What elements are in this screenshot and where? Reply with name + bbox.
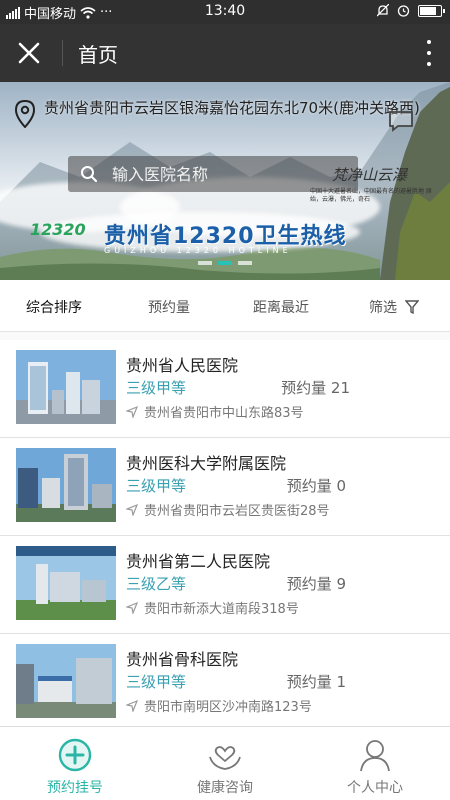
carousel-dot[interactable] <box>238 261 252 265</box>
tab-personal-center[interactable]: 个人中心 <box>300 727 450 800</box>
address-row: 贵阳市新添大道南段318号 <box>126 598 299 617</box>
navigation-arrow-icon <box>126 405 138 418</box>
more-dot-icon <box>427 62 431 66</box>
banner-note: 中国十大避暑名山，中国最有名的避暑胜地 原始，云瀑，佛光，奇石 <box>310 188 432 203</box>
location-row[interactable]: 贵州省贵阳市云岩区银海嘉怡花园东北70米(鹿冲关路西) <box>14 98 450 128</box>
hospital-thumbnail <box>16 350 116 424</box>
hotline-subtitle: GUIZHOU 12320 HOTLINE <box>104 246 292 255</box>
address-row: 贵州省贵阳市中山东路83号 <box>126 402 304 421</box>
plus-circle-icon <box>58 738 92 772</box>
tab-health-consult[interactable]: 健康咨询 <box>150 727 300 800</box>
navigation-arrow-icon <box>126 503 138 516</box>
filter-bar: 综合排序 预约量 距离最近 筛选 <box>0 280 450 332</box>
hospital-name: 贵州省骨科医院 <box>126 650 239 669</box>
sort-distance-tab[interactable]: 距离最近 <box>253 297 309 317</box>
tab-label: 个人中心 <box>347 780 403 796</box>
hospital-list-item[interactable]: 贵州医科大学附属医院 三级甲等 预约量 0 贵州省贵阳市云岩区贵医街28号 <box>0 438 450 536</box>
hospital-address: 贵州省贵阳市中山东路83号 <box>144 406 304 421</box>
hospital-thumbnail <box>16 644 116 718</box>
hospital-address: 贵州省贵阳市云岩区贵医街28号 <box>144 504 330 519</box>
page-title: 首页 <box>78 43 118 67</box>
more-menu-button[interactable] <box>422 38 436 68</box>
hospital-grade: 三级甲等 <box>126 673 187 691</box>
battery-icon <box>418 4 445 17</box>
appointment-count: 预约量 0 <box>286 477 346 495</box>
hospital-list-item[interactable]: 贵州省骨科医院 三级甲等 预约量 1 贵阳市南明区沙冲南路123号 <box>0 634 450 732</box>
sort-appointments-tab[interactable]: 预约量 <box>148 297 190 317</box>
title-bar: 首页 <box>0 24 450 82</box>
status-right <box>377 4 445 17</box>
hospital-address: 贵阳市南明区沙冲南路123号 <box>144 700 312 715</box>
hospital-name: 贵州省人民医院 <box>126 356 239 375</box>
search-box[interactable] <box>68 156 358 192</box>
hospital-grade: 三级甲等 <box>126 379 187 397</box>
banner-carousel[interactable]: 贵州省贵阳市云岩区银海嘉怡花园东北70米(鹿冲关路西) 梵净山云瀑 中国十大避暑… <box>0 82 450 280</box>
address-row: 贵州省贵阳市云岩区贵医街28号 <box>126 500 330 519</box>
more-dot-icon <box>427 40 431 44</box>
hospital-grade: 三级甲等 <box>126 477 187 495</box>
close-icon <box>18 42 40 64</box>
carousel-dot[interactable] <box>198 261 212 265</box>
hospital-grade: 三级乙等 <box>126 575 187 593</box>
banner-calligraphy: 梵净山云瀑 <box>332 166 408 184</box>
hospital-thumbnail <box>16 448 116 522</box>
appointment-count: 预约量 1 <box>286 673 346 691</box>
user-icon <box>360 740 390 772</box>
tab-label: 预约挂号 <box>47 780 103 796</box>
title-divider <box>62 40 63 66</box>
mute-bell-icon <box>377 4 389 17</box>
appointment-count: 预约量 9 <box>286 575 346 593</box>
hospital-list-item[interactable]: 贵州省人民医院 三级甲等 预约量 21 贵州省贵阳市中山东路83号 <box>0 340 450 438</box>
filter-separator <box>0 332 450 340</box>
hospital-list-item[interactable]: 贵州省第二人民医院 三级乙等 预约量 9 贵阳市新添大道南段318号 <box>0 536 450 634</box>
filter-funnel-icon <box>405 300 419 314</box>
hospital-list: 贵州省人民医院 三级甲等 预约量 21 贵州省贵阳市中山东路83号 贵州医科大学… <box>0 340 450 732</box>
location-text: 贵州省贵阳市云岩区银海嘉怡花园东北70米(鹿冲关路西) <box>44 99 420 117</box>
location-pin-icon <box>14 100 36 128</box>
message-icon[interactable] <box>388 110 414 132</box>
sort-comprehensive-tab[interactable]: 综合排序 <box>26 297 82 317</box>
carousel-dot[interactable] <box>218 261 232 265</box>
hotline-logo: 12320 <box>30 220 86 239</box>
close-button[interactable] <box>12 36 46 70</box>
filter-label: 筛选 <box>369 300 397 316</box>
search-icon <box>81 166 98 183</box>
hospital-name: 贵州省第二人民医院 <box>126 552 271 571</box>
heart-hands-icon <box>209 746 241 770</box>
carousel-dots <box>0 261 450 265</box>
hospital-address: 贵阳市新添大道南段318号 <box>144 602 299 617</box>
navigation-arrow-icon <box>126 699 138 712</box>
more-dot-icon <box>427 51 431 55</box>
address-row: 贵阳市南明区沙冲南路123号 <box>126 696 312 715</box>
filter-button[interactable]: 筛选 <box>369 297 419 317</box>
hospital-name: 贵州医科大学附属医院 <box>126 454 287 473</box>
bottom-tab-bar: 预约挂号 健康咨询 个人中心 <box>0 726 450 800</box>
alarm-icon <box>397 5 410 17</box>
hospital-thumbnail <box>16 546 116 620</box>
appointment-count: 预约量 21 <box>281 379 350 397</box>
navigation-arrow-icon <box>126 601 138 614</box>
status-bar: 中国移动 ··· 13:40 <box>0 0 450 24</box>
tab-appointment[interactable]: 预约挂号 <box>0 727 150 800</box>
search-input[interactable] <box>112 164 342 184</box>
tab-label: 健康咨询 <box>197 780 253 796</box>
